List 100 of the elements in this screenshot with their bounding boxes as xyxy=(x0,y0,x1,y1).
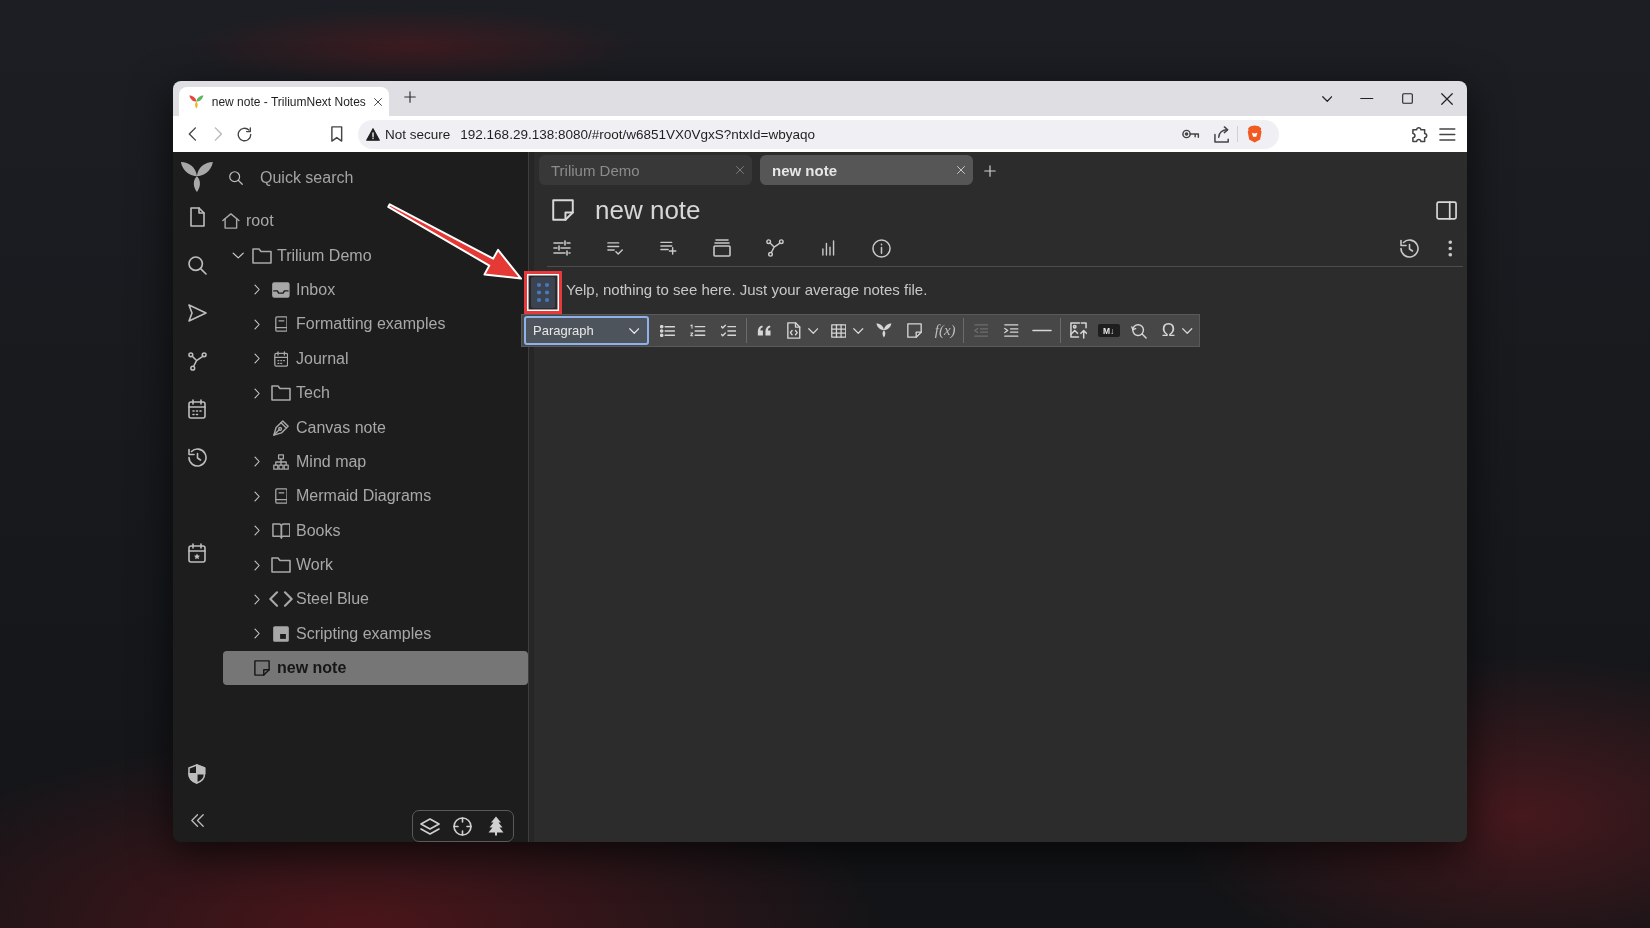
code-icon xyxy=(269,591,293,608)
tree-item[interactable]: Steel Blue xyxy=(249,582,375,617)
search-field[interactable]: Quick search xyxy=(260,169,360,187)
indent-icon xyxy=(1004,324,1019,337)
note-tab[interactable]: new note xyxy=(760,155,973,185)
calendar-icon xyxy=(273,350,289,367)
tree-item[interactable]: root xyxy=(223,204,280,239)
chevron-icon[interactable] xyxy=(253,456,261,468)
tree-item[interactable]: Journal xyxy=(249,341,355,376)
markdown-import-button[interactable]: M↓ xyxy=(1097,324,1120,337)
more-icon[interactable] xyxy=(1447,239,1452,257)
search-icon xyxy=(229,171,243,185)
chevron-icon[interactable] xyxy=(253,490,261,502)
tree-item[interactable]: Trilium Demo xyxy=(230,238,378,273)
plus-icon[interactable] xyxy=(404,90,416,103)
quote-icon xyxy=(757,325,772,336)
math-button[interactable]: f(x) xyxy=(931,316,960,345)
sliders-icon[interactable] xyxy=(553,240,571,256)
info-icon[interactable] xyxy=(872,238,892,258)
tree-item[interactable]: Mind map xyxy=(249,444,373,480)
browser-tab[interactable]: new note - TriliumNext Notes xyxy=(179,87,389,116)
chevron-icon[interactable] xyxy=(253,353,261,365)
security-label[interactable]: Not secure xyxy=(385,126,451,142)
list-plus-icon[interactable] xyxy=(660,241,677,255)
note-tab[interactable]: Trilium Demo xyxy=(539,155,752,185)
double-chevron-icon[interactable] xyxy=(190,813,204,827)
book-icon xyxy=(271,522,291,539)
reload-icon[interactable] xyxy=(236,126,252,142)
sticky-note-icon[interactable] xyxy=(552,199,574,221)
tree-item[interactable]: Tech xyxy=(249,375,336,411)
tree-item[interactable]: Work xyxy=(249,547,340,583)
caret-icon xyxy=(628,327,639,334)
crosshair-icon[interactable] xyxy=(453,816,473,836)
drag-handle-icon[interactable] xyxy=(531,277,555,308)
sticky-note-icon xyxy=(907,323,923,338)
menu-icon[interactable] xyxy=(1439,127,1456,141)
chevron-icon[interactable] xyxy=(253,387,261,399)
chevron-icon[interactable] xyxy=(253,525,261,537)
tree-item[interactable]: Mermaid Diagrams xyxy=(249,479,438,514)
outdent-icon xyxy=(973,324,989,337)
archive-icon[interactable] xyxy=(712,239,731,257)
leaf-logo-icon[interactable] xyxy=(180,161,214,193)
share-icon[interactable] xyxy=(1213,125,1231,143)
chevron-icon[interactable] xyxy=(253,628,261,640)
image-upload-icon xyxy=(1069,322,1087,339)
heading-dropdown[interactable]: Paragraph xyxy=(524,316,649,345)
home-icon xyxy=(222,213,240,230)
sitemap-icon xyxy=(273,453,289,470)
chevron-icon[interactable] xyxy=(253,318,261,330)
graph-icon[interactable] xyxy=(766,239,785,257)
tree-item[interactable]: Scripting examples xyxy=(249,616,438,652)
special-characters-button[interactable]: Ω xyxy=(1155,316,1197,345)
caret-icon xyxy=(1182,327,1193,334)
history-icon[interactable] xyxy=(187,447,207,467)
sticky-note-icon xyxy=(254,660,270,677)
checklist-icon[interactable] xyxy=(607,241,624,255)
document-icon xyxy=(274,316,288,333)
close-icon[interactable] xyxy=(1441,92,1453,105)
chevron-down-icon[interactable] xyxy=(1321,95,1333,102)
sidebar-icon[interactable] xyxy=(1435,200,1457,220)
minimize-icon[interactable] xyxy=(1360,97,1374,100)
url-text[interactable]: 192.168.29.138:8080/#root/w6851VX0VgxS?ntxId=wbyaqo xyxy=(460,126,815,142)
folder-icon xyxy=(252,247,272,264)
chevron-icon[interactable] xyxy=(253,284,261,296)
key-icon[interactable] xyxy=(1181,129,1200,139)
graph-icon[interactable] xyxy=(187,351,207,371)
history-icon[interactable] xyxy=(1400,238,1420,258)
warning-icon xyxy=(366,127,381,141)
bar-chart-icon[interactable] xyxy=(822,240,835,256)
tree-item[interactable]: Canvas note xyxy=(249,410,392,445)
puzzle-icon[interactable] xyxy=(1411,125,1430,143)
maximize-icon[interactable] xyxy=(1401,93,1413,104)
back-icon[interactable] xyxy=(187,127,197,141)
pen-icon xyxy=(273,419,289,436)
chevron-icon[interactable] xyxy=(253,594,261,605)
send-icon[interactable] xyxy=(187,304,207,322)
note-text[interactable]: Yelp, nothing to see here. Just your average notes file. xyxy=(566,279,928,301)
layers-icon[interactable] xyxy=(419,817,440,835)
close-icon[interactable] xyxy=(373,97,382,106)
tree-icon[interactable] xyxy=(488,816,505,836)
chevron-icon[interactable] xyxy=(231,252,245,260)
leaf-logo-icon xyxy=(189,94,204,109)
numbered-list-icon xyxy=(690,324,706,337)
horizontal-line-icon xyxy=(1032,329,1053,332)
search-icon[interactable] xyxy=(187,255,207,275)
bookmark-icon[interactable] xyxy=(331,126,343,142)
tree-item[interactable]: Books xyxy=(249,513,347,548)
square-icon xyxy=(273,625,289,642)
caret-icon xyxy=(807,327,819,334)
tree-item[interactable]: new note xyxy=(223,651,528,686)
note-title[interactable]: new note xyxy=(595,194,701,226)
shield-icon[interactable] xyxy=(188,764,206,784)
address-field[interactable]: Not secure 192.168.29.138:8080/#root/w6851VX0VgxS?ntxId=wbyaqo xyxy=(358,119,1279,149)
document-icon xyxy=(274,488,288,505)
calendar-icon[interactable] xyxy=(188,399,206,419)
tree-item[interactable]: Inbox xyxy=(249,272,342,308)
calendar-icon[interactable] xyxy=(188,543,206,563)
tree-item[interactable]: Formatting examples xyxy=(249,307,452,342)
chevron-icon[interactable] xyxy=(253,559,261,571)
file-icon[interactable] xyxy=(189,207,205,227)
